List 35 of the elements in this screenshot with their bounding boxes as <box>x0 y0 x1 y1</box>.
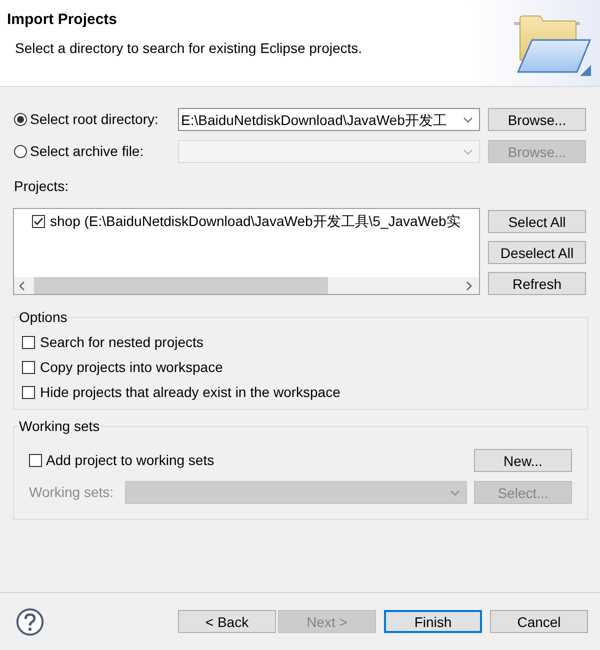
group-title: Options <box>19 308 68 326</box>
project-item[interactable]: shop (E:\BaiduNetdiskDownload\JavaWeb开发工具\5_JavaWeb实 <box>32 210 460 232</box>
checkbox-option[interactable]: Search for nested projects <box>22 332 204 353</box>
chevron-down-icon <box>463 116 473 122</box>
checkbox-option[interactable]: Hide projects that already exist in the workspace <box>22 382 340 403</box>
checkbox-icon[interactable] <box>29 454 42 467</box>
combo-box[interactable]: E:\BaiduNetdiskDownload\JavaWeb开发工 <box>178 108 480 131</box>
checkbox-option[interactable]: Copy projects into workspace <box>22 357 223 378</box>
checkbox-icon[interactable] <box>22 361 35 374</box>
chevron-down-icon <box>450 490 460 496</box>
new-button[interactable]: New... <box>474 449 572 472</box>
browse-button[interactable]: Browse... <box>488 108 586 131</box>
horizontal-scrollbar[interactable] <box>14 277 479 294</box>
scrollbar-thumb[interactable] <box>34 277 328 294</box>
help-icon[interactable] <box>16 608 44 636</box>
checkbox-icon[interactable] <box>22 336 35 349</box>
chevron-right-icon[interactable] <box>466 280 472 290</box>
group-title: Working sets <box>19 417 100 435</box>
dialog-description: Select a directory to search for existing Eclipse projects. <box>15 39 362 58</box>
chevron-down-icon <box>463 148 473 154</box>
checkbox-icon[interactable] <box>22 386 35 399</box>
checkbox-option[interactable]: Add project to working sets <box>29 450 214 471</box>
list-action-button[interactable]: Deselect All <box>488 241 586 264</box>
wizard-button[interactable]: Cancel <box>490 610 588 633</box>
list-action-button[interactable]: Select All <box>488 210 586 233</box>
checkbox-icon[interactable] <box>32 214 45 228</box>
projects-label: Projects: <box>14 177 68 196</box>
chevron-left-icon[interactable] <box>19 280 25 290</box>
wizard-button[interactable]: Finish <box>384 610 482 633</box>
dialog-title: Import Projects <box>7 10 118 30</box>
list-action-button[interactable]: Refresh <box>488 272 586 295</box>
field-label: Working sets: <box>29 483 114 502</box>
radio-option[interactable]: Select root directory: <box>14 109 158 130</box>
radio-button-icon[interactable] <box>14 113 27 126</box>
wizard-button[interactable]: < Back <box>178 610 276 633</box>
